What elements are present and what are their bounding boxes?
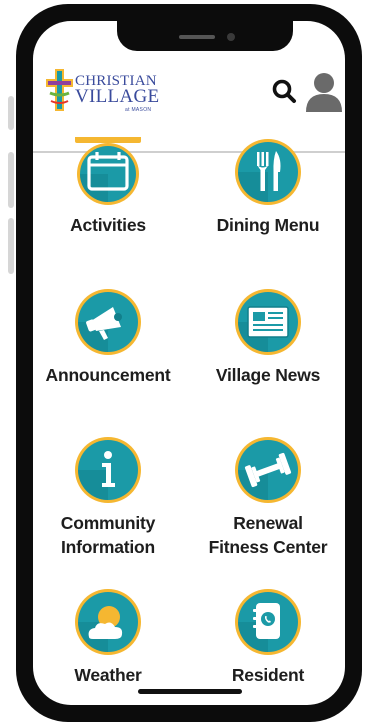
- tile-label: Community Information: [33, 511, 183, 559]
- christian-village-logo[interactable]: CHRISTIAN VILLAGE at MASON: [45, 67, 161, 115]
- logo-line-2: VILLAGE: [75, 86, 160, 107]
- menu-tile-dining-menu[interactable]: Dining Menu: [193, 137, 343, 247]
- tile-label: Announcement: [45, 365, 171, 385]
- phone-book-icon: [235, 589, 301, 655]
- side-button-volume-up: [8, 152, 14, 208]
- sun-cloud-icon: [75, 589, 141, 655]
- tile-label: Village News: [215, 365, 321, 385]
- menu-tile-community-information[interactable]: Community Information: [33, 435, 183, 575]
- logo-wordmark: CHRISTIAN VILLAGE: [75, 74, 160, 107]
- tile-label: Activities: [70, 215, 146, 235]
- app-header: CHRISTIAN VILLAGE at MASON: [33, 57, 345, 153]
- menu-tile-announcement[interactable]: Announcement: [33, 287, 183, 397]
- front-camera: [227, 33, 235, 41]
- side-button-silent: [8, 96, 14, 130]
- tile-label-line-2: Fitness Center: [208, 537, 328, 557]
- phone-screen: CHRISTIAN VILLAGE at MASON Activities Di…: [33, 21, 345, 705]
- menu-tile-resident[interactable]: Resident: [193, 587, 343, 687]
- calendar-icon: [75, 137, 141, 205]
- side-button-volume-down: [8, 218, 14, 274]
- speaker-grille: [179, 35, 215, 39]
- phone-frame: CHRISTIAN VILLAGE at MASON Activities Di…: [16, 4, 362, 722]
- menu-tile-activities[interactable]: Activities: [33, 137, 183, 247]
- tile-label: Renewal Fitness Center: [193, 511, 343, 559]
- tile-label: Weather: [74, 665, 142, 685]
- fork-knife-icon: [235, 139, 301, 205]
- logo-tagline: at MASON: [125, 107, 152, 113]
- search-icon: [272, 79, 296, 103]
- menu-tile-renewal-fitness-center[interactable]: Renewal Fitness Center: [193, 435, 343, 575]
- menu-tile-village-news[interactable]: Village News: [193, 287, 343, 397]
- dumbbell-icon: [235, 437, 301, 503]
- profile-button[interactable]: [303, 70, 345, 112]
- search-button[interactable]: [267, 74, 301, 108]
- tile-label: Dining Menu: [216, 215, 320, 235]
- cross-logo-icon: [46, 69, 73, 111]
- info-icon: [75, 437, 141, 503]
- tile-label-line-1: Community: [60, 513, 156, 533]
- newspaper-icon: [235, 289, 301, 355]
- tile-label: Resident: [231, 665, 305, 685]
- tile-label-line-2: Information: [60, 537, 156, 557]
- user-profile-icon: [306, 73, 342, 112]
- tile-label-line-1: Renewal: [233, 513, 303, 533]
- phone-notch: [117, 21, 293, 51]
- home-indicator: [138, 689, 242, 694]
- megaphone-icon: [75, 289, 141, 355]
- menu-tile-weather[interactable]: Weather: [33, 587, 183, 687]
